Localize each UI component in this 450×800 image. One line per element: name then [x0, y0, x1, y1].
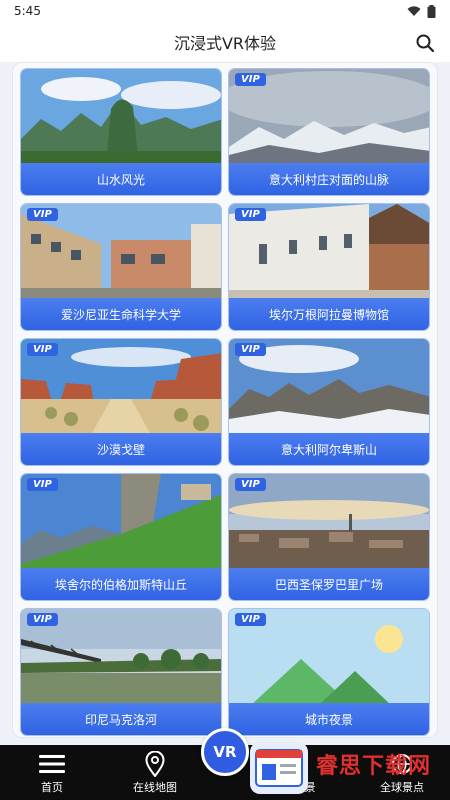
status-bar: 5:45 [0, 0, 450, 22]
watermark-logo [250, 742, 308, 794]
map-pin-icon [145, 750, 165, 777]
vip-badge: VIP [27, 208, 58, 221]
vip-badge: VIP [235, 613, 266, 626]
scene-title: 埃尔万根阿拉曼博物馆 [229, 298, 429, 330]
vip-badge: VIP [235, 478, 266, 491]
scene-title: 巴西圣保罗巴里广场 [229, 568, 429, 600]
scene-card[interactable]: VIP 爱沙尼亚生命科学大学 [20, 203, 222, 331]
vip-badge: VIP [27, 343, 58, 356]
wifi-icon [407, 5, 421, 16]
scene-card[interactable]: VIP 城市夜景 [228, 608, 430, 736]
tab-label: 首页 [41, 780, 63, 794]
scene-title: 城市夜景 [229, 703, 429, 735]
tab-label: 在线地图 [133, 780, 177, 794]
scene-card[interactable]: 山水风光 [20, 68, 222, 196]
vip-badge: VIP [235, 343, 266, 356]
tab-label: 全球景点 [380, 780, 424, 794]
scene-card[interactable]: VIP 印尼马克洛河 [20, 608, 222, 736]
scene-title: 意大利阿尔卑斯山 [229, 433, 429, 465]
scene-title: 意大利村庄对面的山脉 [229, 163, 429, 195]
app-header: 沉浸式VR体验 [0, 22, 450, 62]
scene-card[interactable]: VIP 巴西圣保罗巴里广场 [228, 473, 430, 601]
battery-icon [427, 4, 436, 18]
scene-title: 沙漠戈壁 [21, 433, 221, 465]
scene-card[interactable]: VIP 沙漠戈壁 [20, 338, 222, 466]
scene-title: 山水风光 [21, 163, 221, 195]
scene-card[interactable]: VIP 埃尔万根阿拉曼博物馆 [228, 203, 430, 331]
scene-card[interactable]: VIP 意大利村庄对面的山脉 [228, 68, 430, 196]
scene-card[interactable]: VIP 埃舍尔的伯格加斯特山丘 [20, 473, 222, 601]
menu-icon [39, 751, 65, 777]
vip-badge: VIP [27, 613, 58, 626]
status-time: 5:45 [14, 4, 41, 18]
search-icon[interactable] [414, 32, 436, 54]
vr-button[interactable]: VR [201, 728, 249, 776]
tab-online-map[interactable]: 在线地图 [122, 745, 188, 800]
scene-title: 印尼马克洛河 [21, 703, 221, 735]
vip-badge: VIP [235, 73, 266, 86]
page-title: 沉浸式VR体验 [173, 34, 277, 53]
status-icons [407, 4, 436, 18]
tab-home[interactable]: 首页 [20, 745, 84, 800]
scene-thumbnail [21, 69, 221, 165]
scene-title: 埃舍尔的伯格加斯特山丘 [21, 568, 221, 600]
scene-title: 爱沙尼亚生命科学大学 [21, 298, 221, 330]
vip-badge: VIP [235, 208, 266, 221]
scene-card[interactable]: VIP 意大利阿尔卑斯山 [228, 338, 430, 466]
vip-badge: VIP [27, 478, 58, 491]
watermark-text: 睿思下载网 [316, 754, 432, 779]
